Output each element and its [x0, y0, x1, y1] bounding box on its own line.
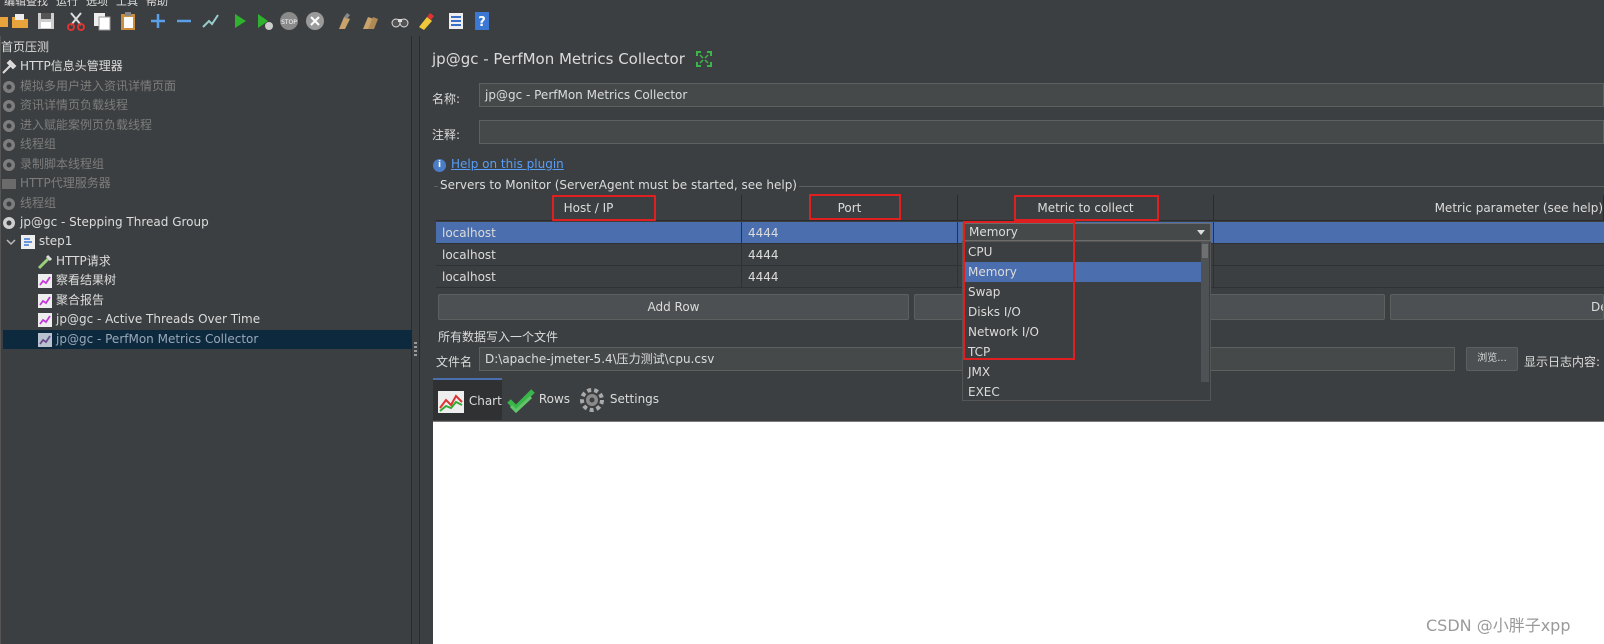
name-field[interactable]: jp@gc - PerfMon Metrics Collector — [479, 83, 1604, 107]
help-icon[interactable]: ? — [472, 11, 492, 31]
svg-text:STOP: STOP — [281, 19, 297, 26]
chevron-down-icon — [1197, 230, 1205, 235]
tree-item-thread-group[interactable]: 进入赋能案例页负载线程 — [1, 116, 152, 135]
save-icon[interactable] — [36, 11, 56, 31]
tab-chart[interactable]: Chart — [433, 378, 502, 420]
info-icon: i — [433, 159, 446, 172]
pipette-icon — [37, 254, 53, 270]
chart-icon — [37, 332, 53, 348]
tree-item-stepping-thread-group[interactable]: jp@gc - Stepping Thread Group — [1, 213, 209, 232]
tree-item-http-request[interactable]: HTTP请求 — [37, 252, 111, 271]
drag-handle-icon — [414, 342, 417, 356]
add-row-button[interactable]: Add Row — [438, 294, 909, 320]
reset-search-icon[interactable] — [416, 11, 436, 31]
tree-item-step1[interactable]: step1 — [3, 232, 72, 251]
test-plan-tree: 首页压测 HTTP信息头管理器 模拟多用户进入资讯详情页面 资讯详情页负载线程 … — [0, 36, 412, 644]
expand-icon[interactable] — [696, 51, 712, 67]
tree-item-thread-group[interactable]: 模拟多用户进入资讯详情页面 — [1, 77, 176, 96]
page-title: jp@gc - PerfMon Metrics Collector — [432, 50, 685, 68]
split-pane-divider[interactable] — [412, 36, 420, 644]
tree-item-thread-group[interactable]: 资讯详情页负载线程 — [1, 96, 128, 115]
option-exec[interactable]: EXEC — [963, 382, 1201, 402]
tree-item-active-threads[interactable]: jp@gc - Active Threads Over Time — [37, 310, 260, 329]
tree-item-thread-group[interactable]: 线程组 — [1, 194, 56, 213]
gear-icon — [1, 137, 17, 153]
filename-label: 文件名 — [436, 355, 473, 369]
chart-icon — [37, 293, 53, 309]
function-helper-icon[interactable] — [446, 11, 466, 31]
tab-rows[interactable]: Rows — [507, 378, 570, 420]
log-content-label: 显示日志内容: — [1524, 355, 1601, 369]
tree-item-thread-group[interactable]: 线程组 — [1, 135, 56, 154]
watermark: CSDN @小胖子xpp — [1426, 616, 1571, 635]
copy-icon[interactable] — [92, 11, 112, 31]
stop-icon[interactable]: STOP — [279, 11, 299, 31]
browse-button[interactable]: 浏览... — [1466, 347, 1518, 371]
gear-icon — [580, 387, 604, 412]
expand-all-icon[interactable] — [148, 11, 168, 31]
cell-host[interactable]: localhost — [436, 244, 742, 266]
column-header-parameter[interactable]: Metric parameter (see help) — [1214, 195, 1604, 221]
comment-label: 注释: — [432, 128, 461, 142]
shutdown-icon[interactable] — [305, 11, 325, 31]
annotation-box-host — [552, 195, 656, 221]
toggle-icon[interactable] — [200, 11, 220, 31]
open-icon[interactable] — [10, 11, 30, 31]
help-link[interactable]: Help on this plugin — [451, 157, 564, 171]
scrollbar-thumb[interactable] — [1202, 244, 1208, 258]
cell-host[interactable]: localhost — [436, 222, 742, 244]
cell-port[interactable]: 4444 — [742, 244, 958, 266]
clear-all-icon[interactable] — [360, 11, 380, 31]
cell-host[interactable]: localhost — [436, 266, 742, 288]
gear-icon — [1, 157, 17, 173]
tree-item-root[interactable]: 首页压测 — [1, 38, 49, 57]
cell-parameter[interactable] — [1214, 222, 1604, 244]
tree-item-results-tree[interactable]: 察看结果树 — [37, 271, 116, 290]
paste-icon[interactable] — [118, 11, 138, 31]
gear-icon — [1, 118, 17, 134]
option-jmx[interactable]: JMX — [963, 362, 1201, 382]
delete-row-button[interactable]: De — [1390, 294, 1604, 320]
cut-icon[interactable] — [66, 11, 86, 31]
checkmark-icon — [507, 388, 535, 413]
controller-icon — [20, 234, 36, 250]
tab-settings[interactable]: Settings — [578, 378, 659, 420]
tree-item-proxy-server[interactable]: HTTP代理服务器 — [1, 174, 111, 193]
svg-text:?: ? — [478, 15, 486, 30]
chart-icon — [37, 273, 53, 289]
chart-icon — [37, 312, 53, 328]
dropdown-scrollbar[interactable] — [1201, 242, 1209, 382]
annotation-box-options — [963, 221, 1075, 360]
toolbar: STOP ? — [0, 6, 1604, 36]
annotation-box-port — [809, 194, 901, 220]
gear-icon — [1, 196, 17, 212]
search-icon[interactable] — [390, 11, 410, 31]
cell-port[interactable]: 4444 — [742, 266, 958, 288]
name-label: 名称: — [432, 92, 461, 106]
collapse-all-icon[interactable] — [174, 11, 194, 31]
gear-icon — [1, 215, 17, 231]
tree-item-perfmon-selected[interactable]: jp@gc - PerfMon Metrics Collector — [3, 330, 412, 349]
tree-item-header-manager[interactable]: HTTP信息头管理器 — [1, 57, 123, 76]
gear-icon — [1, 98, 17, 114]
chevron-down-icon[interactable] — [3, 234, 16, 250]
write-all-data-legend: 所有数据写入一个文件 — [438, 330, 559, 344]
chart-canvas — [433, 421, 1604, 644]
wrench-icon — [1, 59, 17, 75]
servers-legend: Servers to Monitor (ServerAgent must be … — [438, 178, 799, 192]
annotation-box-metric — [1014, 195, 1159, 221]
tree-item-aggregate-report[interactable]: 聚合报告 — [37, 291, 104, 310]
cell-parameter[interactable] — [1214, 266, 1604, 288]
start-icon[interactable] — [230, 11, 250, 31]
gear-icon — [1, 79, 17, 95]
chart-line-icon — [438, 390, 464, 413]
proxy-icon — [1, 176, 17, 192]
cell-port[interactable]: 4444 — [742, 222, 958, 244]
cell-parameter[interactable] — [1214, 244, 1604, 266]
tree-item-thread-group[interactable]: 录制脚本线程组 — [1, 155, 104, 174]
clear-icon[interactable] — [335, 11, 355, 31]
start-no-pause-icon[interactable] — [254, 11, 274, 31]
comment-field[interactable] — [479, 120, 1604, 144]
